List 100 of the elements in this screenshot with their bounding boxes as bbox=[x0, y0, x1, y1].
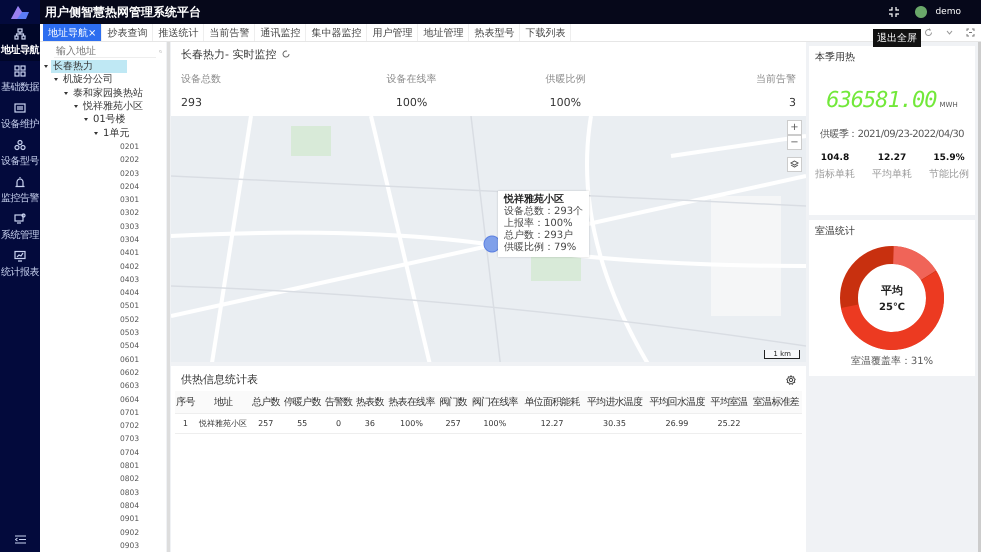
caret-icon[interactable] bbox=[64, 92, 68, 95]
zoom-out-button[interactable]: − bbox=[786, 135, 802, 150]
table-cell: 30.35 bbox=[583, 414, 646, 434]
stat-value: 3 bbox=[788, 96, 796, 109]
column-header: 热表数 bbox=[354, 391, 386, 414]
tab[interactable]: 地址管理 bbox=[418, 24, 470, 41]
nav-item[interactable]: 设备维护 bbox=[0, 98, 40, 135]
tab[interactable]: 用户管理 bbox=[367, 24, 418, 41]
stat-value: 104.8 bbox=[820, 153, 850, 163]
stat-value: 293 bbox=[180, 96, 203, 109]
tab[interactable]: 抄表查询 bbox=[102, 24, 154, 41]
stat-value: 12.27 bbox=[876, 153, 908, 163]
table-cell: 257 bbox=[438, 414, 469, 434]
column-header: 热表在线率 bbox=[385, 391, 438, 414]
table-cell: 0 bbox=[322, 414, 354, 434]
tree-item[interactable]: 泰和家园换热站 bbox=[71, 86, 145, 100]
column-header: 阀门在线率 bbox=[468, 391, 521, 414]
chart-screen-icon bbox=[14, 250, 26, 262]
tree-item[interactable]: 1单元 bbox=[101, 126, 132, 140]
column-header: 地址 bbox=[196, 391, 250, 414]
grid-icon bbox=[14, 65, 26, 77]
stat-value: 100% bbox=[548, 96, 582, 109]
monitor-icon bbox=[14, 213, 26, 225]
stat-value: 15.9% bbox=[932, 153, 966, 163]
nav-item[interactable]: 设备型号 bbox=[0, 135, 40, 172]
fullscreen-exit-icon[interactable] bbox=[889, 7, 900, 17]
table-cell: 1 bbox=[174, 414, 196, 434]
table-cell: 55 bbox=[281, 414, 323, 434]
caret-icon[interactable] bbox=[94, 132, 98, 135]
search-icon bbox=[159, 48, 162, 55]
tab[interactable]: 通讯监控 bbox=[255, 24, 306, 41]
caret-icon[interactable] bbox=[74, 105, 78, 108]
table-cell: 12.27 bbox=[520, 414, 584, 434]
tooltip-line: 设备总数：293个 bbox=[504, 206, 584, 218]
stat-label: 当前告警 bbox=[754, 72, 796, 86]
tooltip: 退出全屏 bbox=[873, 29, 921, 47]
column-header: 平均进水温度 bbox=[583, 391, 646, 414]
tab[interactable]: 集中器监控 bbox=[306, 24, 368, 41]
tab[interactable]: 地址导航× bbox=[43, 24, 102, 41]
stat-label: 平均单耗 bbox=[872, 168, 912, 181]
refresh-icon[interactable] bbox=[924, 28, 933, 37]
caret-icon[interactable] bbox=[54, 78, 58, 82]
tooltip-line: 供暖比例：79% bbox=[504, 242, 578, 254]
fullscreen-icon[interactable] bbox=[966, 28, 975, 37]
settings-icon[interactable] bbox=[786, 374, 796, 384]
tab[interactable]: 下载列表 bbox=[520, 24, 572, 41]
column-header: 序号 bbox=[174, 391, 196, 414]
cubes-icon bbox=[14, 139, 26, 151]
tooltip-line: 总户数：293户 bbox=[504, 230, 574, 242]
stat-value: 100% bbox=[394, 96, 428, 109]
tree-item[interactable]: 长春热力 bbox=[51, 60, 127, 74]
column-header: 平均室温 bbox=[708, 391, 750, 414]
caret-icon[interactable] bbox=[84, 118, 88, 122]
table-cell: 悦祥雅苑小区 bbox=[196, 414, 250, 434]
donut-label: 平均 bbox=[881, 283, 903, 298]
season-period: 供暖季：2021/09/23-2022/04/30 bbox=[819, 128, 965, 141]
avatar-icon[interactable] bbox=[915, 6, 928, 18]
tab[interactable]: 推送统计 bbox=[153, 24, 204, 41]
user-name[interactable]: demo bbox=[935, 7, 961, 17]
stat-label: 设备在线率 bbox=[386, 72, 438, 86]
nav-item[interactable]: 地址导航 bbox=[0, 24, 40, 61]
stat-label: 节能比例 bbox=[929, 168, 970, 181]
card-title: 供热信息统计表 bbox=[180, 372, 258, 387]
donut-value: 25℃ bbox=[878, 302, 906, 313]
card-title: 长春热力- 实时监控 bbox=[180, 46, 276, 62]
nav-item[interactable]: 基础数据 bbox=[0, 61, 40, 98]
stat-label: 指标单耗 bbox=[814, 168, 855, 181]
table-cell: 100% bbox=[385, 414, 438, 434]
card-title: 本季用热 bbox=[814, 50, 855, 64]
nav-item[interactable]: 监控告警 bbox=[0, 172, 40, 209]
tree-item[interactable]: 01号楼 bbox=[91, 113, 128, 126]
refresh-icon[interactable] bbox=[282, 50, 290, 58]
column-header: 室温标准差 bbox=[750, 391, 802, 414]
table-cell: 257 bbox=[250, 414, 282, 434]
column-header: 阀门数 bbox=[438, 391, 469, 414]
column-header: 平均回水温度 bbox=[646, 391, 708, 414]
search-field[interactable]: 输入地址 bbox=[54, 45, 156, 58]
tree-item[interactable]: 悦祥雅苑小区 bbox=[81, 100, 145, 114]
heat-total: 636581.00 bbox=[826, 88, 936, 113]
tab[interactable]: 当前告警 bbox=[204, 24, 256, 41]
tooltip-title: 悦祥雅苑小区 bbox=[504, 194, 565, 206]
panel-icon bbox=[14, 102, 26, 114]
coverage-text: 室温覆盖率：31% bbox=[850, 354, 934, 368]
alarm-icon bbox=[14, 176, 26, 188]
nav-item[interactable]: 统计报表 bbox=[0, 246, 40, 283]
chevron-down-icon[interactable] bbox=[945, 28, 954, 37]
column-header: 单位面积能耗 bbox=[520, 391, 584, 414]
zoom-in-button[interactable]: + bbox=[786, 120, 802, 135]
caret-icon[interactable] bbox=[44, 65, 48, 68]
tab[interactable]: 热表型号 bbox=[469, 24, 520, 41]
tree-item[interactable]: 机旋分公司 bbox=[61, 73, 115, 86]
column-header: 停暖户数 bbox=[281, 391, 323, 414]
layers-icon bbox=[790, 160, 799, 169]
app-title: 用户侧智慧热网管理系统平台 bbox=[45, 4, 201, 20]
menu-fold-icon[interactable] bbox=[14, 535, 26, 544]
nav-item[interactable]: 系统管理 bbox=[0, 209, 40, 246]
stat-label: 设备总数 bbox=[180, 72, 222, 86]
table-cell: 100% bbox=[468, 414, 521, 434]
layers-button[interactable] bbox=[786, 157, 802, 172]
table-cell: 26.99 bbox=[646, 414, 708, 434]
